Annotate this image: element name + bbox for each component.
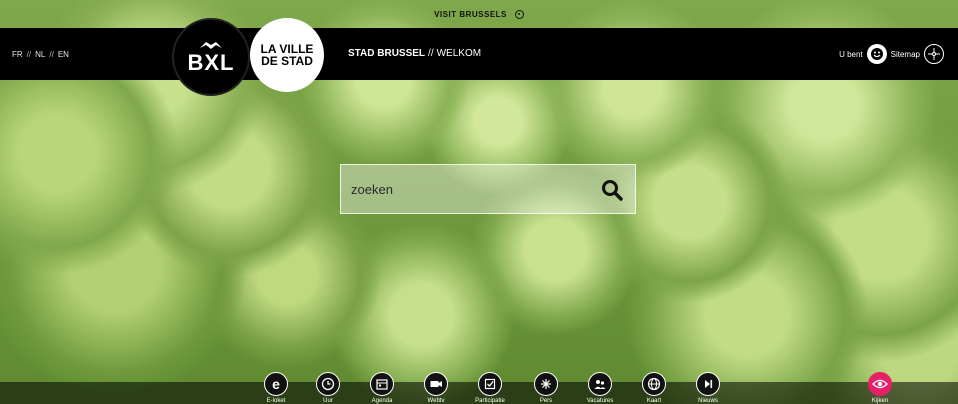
la-ville-de-stad-logo[interactable]: LA VILLE DE STAD [250, 18, 324, 92]
language-switcher: FR // NL // EN [12, 46, 69, 62]
nav-label: Pers [539, 398, 553, 404]
nav-item-vacatures[interactable]: Vacatures [572, 372, 628, 404]
nav-item-pers[interactable]: Pers [518, 372, 574, 404]
smiley-icon[interactable] [866, 44, 887, 64]
nav-label: Participatie [475, 398, 505, 404]
nav-label: Nieuws [698, 398, 718, 404]
lang-fr[interactable]: FR [12, 50, 23, 59]
nav-item-nieuws[interactable]: Nieuws [680, 372, 736, 404]
search-icon[interactable] [601, 179, 623, 201]
sitemap-icon[interactable] [924, 44, 944, 64]
camera-icon [424, 372, 448, 396]
nav-label: Uur [323, 398, 333, 404]
sitemap-label[interactable]: Sitemap [891, 50, 920, 59]
breadcrumb-separator: // [428, 48, 434, 59]
header-tools: U bent Sitemap [839, 44, 944, 64]
lang-separator: // [26, 49, 32, 59]
search-box [340, 164, 636, 214]
header-bar: FR // NL // EN STAD BRUSSEL//WELKOM U be… [0, 28, 958, 80]
lang-en[interactable]: EN [58, 50, 69, 59]
bxl-logo-text: BXL [187, 50, 235, 75]
sparkle-icon [534, 372, 558, 396]
visit-brussels-label: VISIT BRUSSELS [434, 9, 507, 19]
nav-item-kaart[interactable]: Kaart [626, 372, 682, 404]
nav-item-agenda[interactable]: Agenda [354, 372, 410, 404]
logo-line-2: DE STAD [261, 54, 313, 68]
nav-label: Kaart [646, 398, 662, 404]
nav-label: E-loket [266, 398, 286, 404]
nav-label: Agenda [371, 398, 393, 404]
eye-icon [868, 372, 892, 396]
play-next-icon [696, 372, 720, 396]
clock-icon [316, 372, 340, 396]
globe-icon [642, 372, 666, 396]
search-input[interactable] [341, 165, 581, 213]
nav-label: Vacatures [586, 398, 614, 404]
visit-brussels-icon [514, 9, 524, 19]
nav-label: Kijken [871, 398, 889, 404]
breadcrumb-page: WELKOM [436, 48, 482, 59]
nav-item-participatie[interactable]: Participatie [462, 372, 518, 404]
nav-item-uur[interactable]: Uur [300, 372, 356, 404]
nav-item-webtv[interactable]: Webtv [408, 372, 464, 404]
bxl-logo[interactable]: BXL [172, 18, 250, 96]
nav-item-kijken[interactable]: Kijken [852, 372, 908, 404]
breadcrumb-site[interactable]: STAD BRUSSEL [348, 48, 425, 59]
nav-item-e-loket[interactable]: e E-loket [248, 372, 304, 404]
calendar-icon [370, 372, 394, 396]
bird-icon [200, 42, 222, 49]
lang-separator: // [49, 49, 54, 59]
nav-label: Webtv [427, 398, 445, 404]
profile-label: U bent [839, 49, 863, 59]
breadcrumb: STAD BRUSSEL//WELKOM [348, 48, 481, 59]
checkbox-icon [478, 372, 502, 396]
e-letter-icon: e [264, 372, 288, 396]
people-icon [588, 372, 612, 396]
visit-brussels-link[interactable]: VISIT BRUSSELS [0, 0, 958, 28]
lang-nl[interactable]: NL [35, 50, 45, 59]
